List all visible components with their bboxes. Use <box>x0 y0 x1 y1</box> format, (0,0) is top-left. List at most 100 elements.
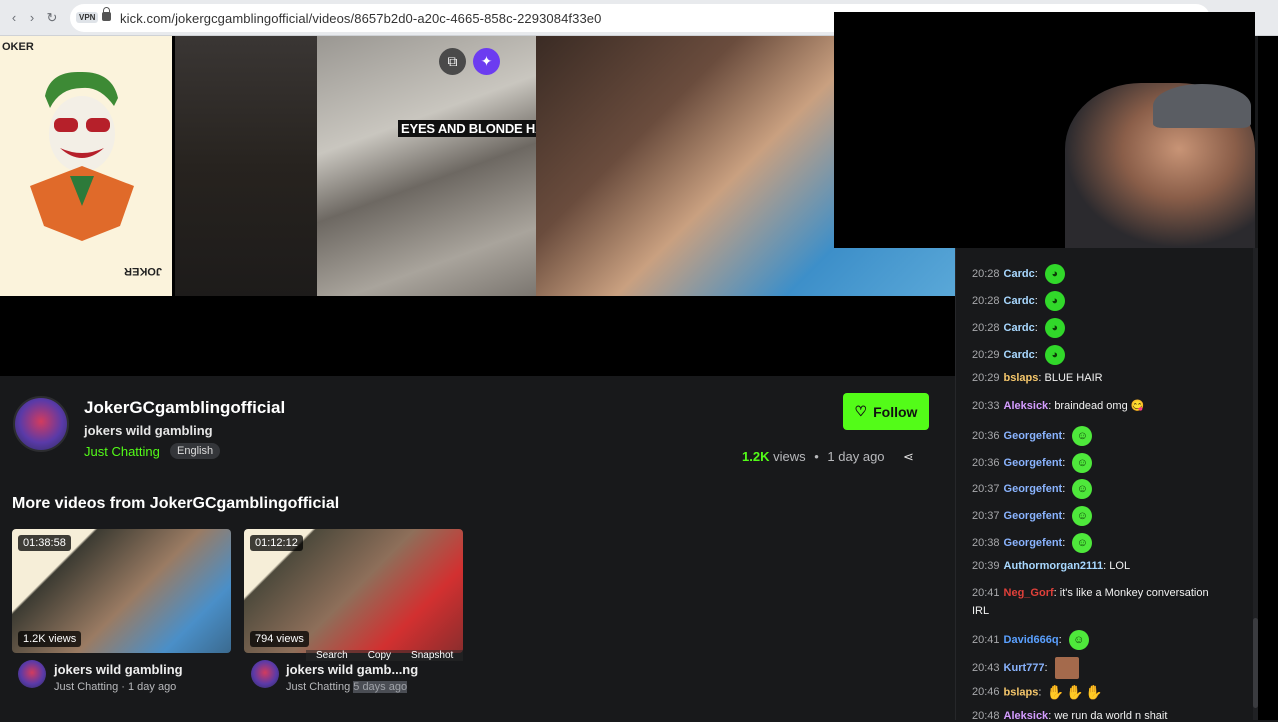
channel-avatar[interactable] <box>13 396 69 452</box>
reload-icon[interactable]: ↻ <box>44 10 60 26</box>
chat-timestamp: 20:43 <box>972 661 1000 674</box>
chat-username[interactable]: Cardc <box>1004 295 1035 307</box>
pepe-emote-icon[interactable]: ☺ <box>1072 506 1093 526</box>
thumb-channel-avatar[interactable] <box>251 660 279 688</box>
chat-username[interactable]: Neg_Gorf <box>1004 587 1054 599</box>
chat-username[interactable]: bslaps <box>1004 686 1039 698</box>
language-tag[interactable]: English <box>170 443 221 459</box>
joker-card-letters: OKER <box>2 41 34 53</box>
thumb-category[interactable]: Just Chatting <box>286 681 350 693</box>
chat-message: 20:28 Cardc: ◕ <box>972 291 1065 311</box>
pip-hat <box>1153 84 1251 128</box>
chat-message: 20:43 Kurt777: <box>972 657 1079 679</box>
chat-username[interactable]: Georgefent <box>1004 430 1063 442</box>
hand-emote-icon[interactable]: ✋ <box>1066 684 1083 701</box>
chat-colon: : <box>1062 536 1069 549</box>
chat-username[interactable]: David666q <box>1004 634 1059 646</box>
follow-label: Follow <box>873 403 918 420</box>
category-link[interactable]: Just Chatting <box>84 444 160 459</box>
url-text[interactable]: kick.com/jokergcgamblingofficial/videos/… <box>120 11 601 26</box>
thumb-duration: 01:38:58 <box>18 535 71 551</box>
chat-message: 20:37 Georgefent: ☺ <box>972 479 1093 499</box>
pepe-emote-icon[interactable]: ◕ <box>1044 291 1065 311</box>
pepe-emote-icon[interactable]: ☺ <box>1072 533 1093 553</box>
chat-username[interactable]: bslaps <box>1004 372 1039 384</box>
views-count: 1.2K <box>742 449 770 464</box>
chat-message: 20:36 Georgefent: ☺ <box>972 426 1093 446</box>
thumb-duration: 01:12:12 <box>250 535 303 551</box>
separator-dot: • <box>814 449 819 464</box>
chat-timestamp: 20:29 <box>972 372 1000 384</box>
thumb-meta: Just Chatting 5 days ago <box>286 681 408 693</box>
chat-timestamp: 20:41 <box>972 633 1000 646</box>
context-copy[interactable]: Copy <box>357 650 402 661</box>
thumb-views: 794 views <box>250 631 309 647</box>
chat-username[interactable]: Georgefent <box>1004 483 1063 495</box>
clip-panel <box>317 36 536 296</box>
chat-text: we run da world n shait <box>1054 710 1168 722</box>
video-thumbnail[interactable]: 01:12:12 794 views <box>244 529 463 653</box>
pepe-emote-icon[interactable]: ◕ <box>1044 264 1065 284</box>
ai-sparkle-icon[interactable]: ✦ <box>473 48 500 75</box>
posted-time: 1 day ago <box>827 449 885 464</box>
chat-username[interactable]: Kurt777 <box>1004 662 1045 674</box>
thumb-meta: Just Chatting · 1 day ago <box>54 681 177 693</box>
back-icon[interactable]: ‹ <box>6 10 22 26</box>
views-line: 1.2K views • 1 day ago <box>742 449 885 464</box>
share-icon[interactable]: ⋖ <box>903 449 914 465</box>
pepe-emote-icon[interactable]: ☺ <box>1072 479 1093 499</box>
chat-username[interactable]: Cardc <box>1004 322 1035 334</box>
chat-username[interactable]: Authormorgan2111 <box>1004 560 1104 572</box>
thumb-title[interactable]: jokers wild gambling <box>54 662 183 677</box>
vpn-badge[interactable]: VPN <box>76 12 99 23</box>
chat-message: 20:37 Georgefent: ☺ <box>972 506 1093 526</box>
chat-timestamp: 20:41 <box>972 587 1000 599</box>
joker-illustration <box>30 71 134 241</box>
chat-colon: : <box>1062 509 1069 522</box>
chat-timestamp: 20:33 <box>972 400 1000 412</box>
hand-emote-icon[interactable]: ✋ <box>1085 684 1102 701</box>
hand-emote-icon[interactable]: ✋ <box>1047 684 1064 701</box>
chat-username[interactable]: Georgefent <box>1004 457 1063 469</box>
chat-colon: : <box>1034 294 1041 307</box>
face-emote-icon[interactable] <box>1054 657 1079 679</box>
pepe-emote-icon[interactable]: ◕ <box>1044 318 1065 338</box>
chat-username[interactable]: Cardc <box>1004 268 1035 280</box>
chat-timestamp: 20:29 <box>972 348 1000 361</box>
chat-message: 20:29 Cardc: ◕ <box>972 345 1065 365</box>
channel-info: JokerGCgamblingofficial jokers wild gamb… <box>0 376 955 720</box>
video-background-strip <box>175 36 317 296</box>
thumb-age: 1 day ago <box>127 681 177 693</box>
chat-username[interactable]: Cardc <box>1004 349 1035 361</box>
chat-message: 20:36 Georgefent: ☺ <box>972 453 1093 473</box>
pepe-emote-icon[interactable]: ☺ <box>1072 426 1093 446</box>
context-search[interactable]: Search <box>306 650 358 661</box>
chat-message: IRL <box>972 605 989 617</box>
chat-username[interactable]: Aleksick <box>1004 400 1049 412</box>
context-snapshot[interactable]: Snapshot <box>401 650 464 661</box>
clip-icon[interactable]: ⧉ <box>439 48 466 75</box>
chat-colon: : <box>1034 348 1041 361</box>
follow-button[interactable]: ♡ Follow <box>843 393 929 430</box>
thumb-category[interactable]: Just Chatting <box>54 681 118 693</box>
chat-username[interactable]: Georgefent <box>1004 537 1063 549</box>
thumb-channel-avatar[interactable] <box>18 660 46 688</box>
thumb-title[interactable]: jokers wild gamb...ng <box>286 662 418 677</box>
pepe-emote-icon[interactable]: ◕ <box>1044 345 1065 365</box>
video-player[interactable]: OKER JOKER EYES AND BLONDE HAI ⧉ ✦ <box>0 36 955 376</box>
chat-timestamp: 20:28 <box>972 267 1000 280</box>
pepe-emote-icon[interactable]: ☺ <box>1068 630 1089 650</box>
stream-title: jokers wild gambling <box>84 423 213 438</box>
chat-colon: : <box>1034 267 1041 280</box>
chat-colon: : <box>1062 429 1069 442</box>
lock-icon[interactable] <box>102 7 111 21</box>
forward-icon[interactable]: › <box>24 10 40 26</box>
chat-colon: : <box>1044 661 1051 674</box>
selection-context-menu: Search Copy Snapshot <box>306 650 464 661</box>
chat-username[interactable]: Aleksick <box>1004 710 1049 722</box>
thumb-age: 5 days ago <box>353 681 408 693</box>
chat-username[interactable]: Georgefent <box>1004 510 1063 522</box>
channel-name[interactable]: JokerGCgamblingofficial <box>84 398 285 418</box>
video-thumbnail[interactable]: 01:38:58 1.2K views <box>12 529 231 653</box>
pepe-emote-icon[interactable]: ☺ <box>1072 453 1093 473</box>
